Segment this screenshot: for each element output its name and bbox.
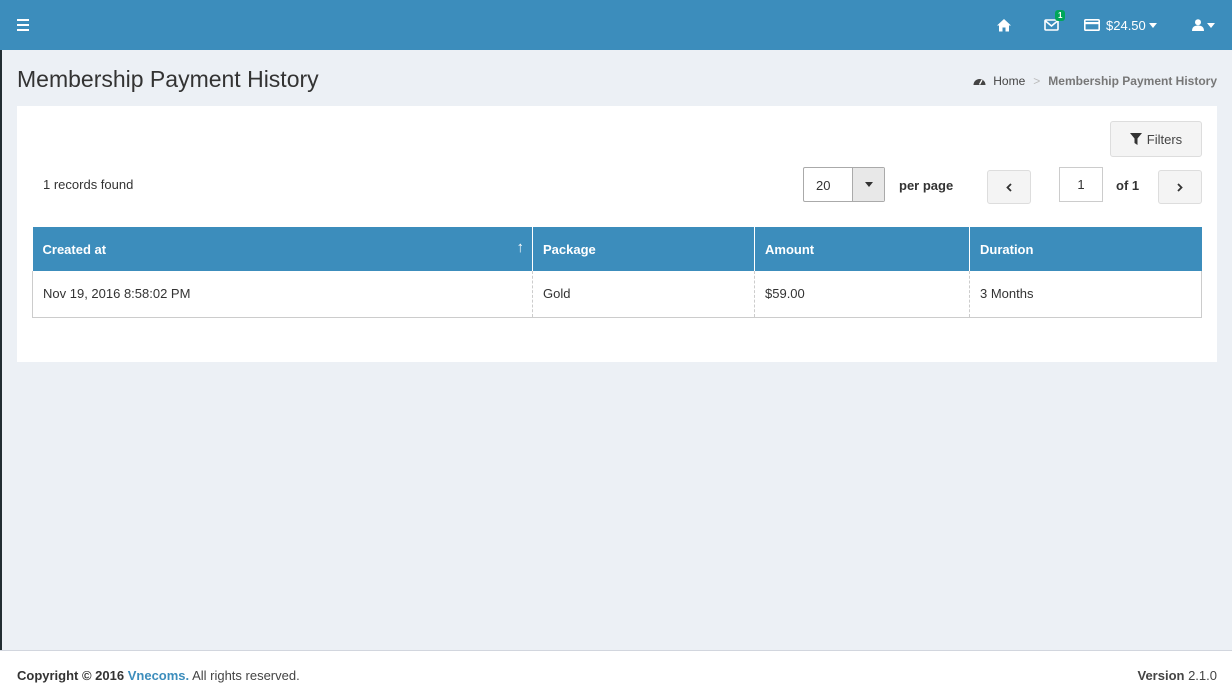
payment-history-table: Created at ↑ Package Amount Duration Nov… <box>32 227 1202 318</box>
menu-icon[interactable] <box>14 15 34 35</box>
sidebar-edge <box>0 0 2 650</box>
breadcrumb: Home > Membership Payment History <box>973 74 1217 88</box>
table-row: Nov 19, 2016 8:58:02 PM Gold $59.00 3 Mo… <box>32 271 1202 318</box>
chevron-left-icon <box>1006 182 1012 192</box>
company-link[interactable]: Vnecoms. <box>128 668 189 683</box>
cell-amount: $59.00 <box>754 271 970 318</box>
next-page-button[interactable] <box>1158 170 1202 204</box>
page-total-label: of 1 <box>1116 178 1140 193</box>
cell-created-at: Nov 19, 2016 8:58:02 PM <box>32 271 533 318</box>
home-nav-button[interactable] <box>992 0 1016 50</box>
filters-label: Filters <box>1146 131 1183 147</box>
column-header-duration[interactable]: Duration <box>969 227 1202 271</box>
records-count: 1 records found <box>43 177 134 192</box>
version-info: Version 2.1.0 <box>1137 668 1217 683</box>
user-menu-dropdown[interactable] <box>1186 0 1220 50</box>
copyright-prefix: Copyright © 2016 <box>17 668 125 683</box>
home-icon <box>997 18 1011 31</box>
user-icon <box>1191 19 1204 31</box>
column-header-label: Created at <box>42 241 107 257</box>
column-header-created-at[interactable]: Created at ↑ <box>32 227 533 271</box>
messages-nav-button[interactable] <box>1038 0 1064 50</box>
content-box: Filters 1 records found 20 per page of 1… <box>17 106 1217 362</box>
sort-ascending-icon[interactable]: ↑ <box>517 239 525 256</box>
cell-package: Gold <box>532 271 755 318</box>
breadcrumb-separator: > <box>1033 74 1041 88</box>
balance-dropdown[interactable]: $24.50 <box>1084 0 1164 50</box>
table-header-row: Created at ↑ Package Amount Duration <box>32 227 1202 271</box>
credit-card-icon <box>1084 19 1100 31</box>
per-page-select[interactable]: 20 <box>803 167 885 202</box>
messages-count-badge: 1 <box>1055 10 1066 21</box>
page-number-input[interactable] <box>1059 167 1103 202</box>
footer: Copyright © 2016 Vnecoms. All rights res… <box>0 650 1232 700</box>
dashboard-icon <box>973 79 986 85</box>
chevron-right-icon <box>1177 182 1183 192</box>
version-number: 2.1.0 <box>1188 668 1217 683</box>
filters-button[interactable]: Filters <box>1110 121 1202 157</box>
previous-page-button[interactable] <box>987 170 1031 204</box>
copyright-text: Copyright © 2016 Vnecoms. All rights res… <box>17 668 300 683</box>
cell-duration: 3 Months <box>969 271 1202 318</box>
caret-down-icon <box>1206 22 1215 28</box>
filter-icon <box>1129 133 1142 145</box>
breadcrumb-current: Membership Payment History <box>1048 74 1217 88</box>
chevron-down-icon[interactable] <box>852 168 884 201</box>
version-label: Version <box>1137 668 1185 683</box>
column-header-package[interactable]: Package <box>532 227 755 271</box>
breadcrumb-home-link[interactable]: Home <box>993 74 1025 88</box>
per-page-label: per page <box>899 178 954 193</box>
rights-text: All rights reserved. <box>192 668 300 683</box>
balance-amount: $24.50 <box>1106 17 1146 33</box>
column-header-amount[interactable]: Amount <box>754 227 970 271</box>
page-title: Membership Payment History <box>17 66 319 92</box>
top-navbar: 1 $24.50 <box>0 0 1232 50</box>
caret-down-icon <box>1148 22 1157 28</box>
per-page-value: 20 <box>816 178 831 193</box>
